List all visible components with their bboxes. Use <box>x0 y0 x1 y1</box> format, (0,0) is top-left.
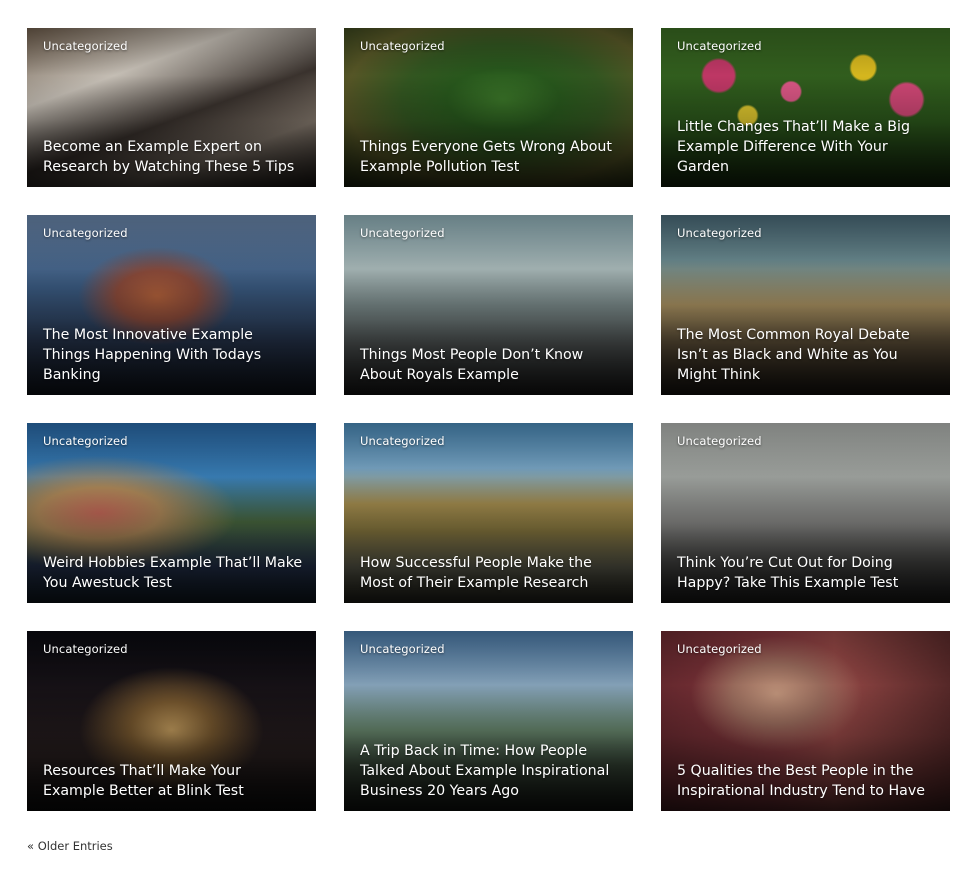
post-card[interactable]: Uncategorized Become an Example Expert o… <box>27 28 316 187</box>
post-title[interactable]: The Most Common Royal Debate Isn’t as Bl… <box>677 325 938 385</box>
post-category[interactable]: Uncategorized <box>360 434 445 448</box>
post-title[interactable]: Things Most People Don’t Know About Roya… <box>360 345 621 385</box>
post-card[interactable]: Uncategorized Things Everyone Gets Wrong… <box>344 28 633 187</box>
post-category[interactable]: Uncategorized <box>677 226 762 240</box>
post-title[interactable]: A Trip Back in Time: How People Talked A… <box>360 741 621 801</box>
post-card[interactable]: Uncategorized A Trip Back in Time: How P… <box>344 631 633 811</box>
post-category[interactable]: Uncategorized <box>360 39 445 53</box>
post-card[interactable]: Uncategorized Think You’re Cut Out for D… <box>661 423 950 603</box>
post-card[interactable]: Uncategorized The Most Innovative Exampl… <box>27 215 316 395</box>
post-category[interactable]: Uncategorized <box>677 434 762 448</box>
post-card[interactable]: Uncategorized Weird Hobbies Example That… <box>27 423 316 603</box>
posts-grid: Uncategorized Become an Example Expert o… <box>27 28 950 811</box>
post-title[interactable]: Become an Example Expert on Research by … <box>43 137 304 177</box>
post-category[interactable]: Uncategorized <box>43 39 128 53</box>
post-category[interactable]: Uncategorized <box>360 226 445 240</box>
post-title[interactable]: The Most Innovative Example Things Happe… <box>43 325 304 385</box>
post-category[interactable]: Uncategorized <box>43 642 128 656</box>
post-card[interactable]: Uncategorized How Successful People Make… <box>344 423 633 603</box>
post-category[interactable]: Uncategorized <box>677 642 762 656</box>
post-card[interactable]: Uncategorized Things Most People Don’t K… <box>344 215 633 395</box>
post-card[interactable]: Uncategorized The Most Common Royal Deba… <box>661 215 950 395</box>
post-category[interactable]: Uncategorized <box>43 434 128 448</box>
post-category[interactable]: Uncategorized <box>677 39 762 53</box>
post-title[interactable]: Little Changes That’ll Make a Big Exampl… <box>677 117 938 177</box>
post-title[interactable]: Weird Hobbies Example That’ll Make You A… <box>43 553 304 593</box>
post-title[interactable]: Resources That’ll Make Your Example Bett… <box>43 761 304 801</box>
post-title[interactable]: Things Everyone Gets Wrong About Example… <box>360 137 621 177</box>
post-card[interactable]: Uncategorized Little Changes That’ll Mak… <box>661 28 950 187</box>
post-category[interactable]: Uncategorized <box>360 642 445 656</box>
post-category[interactable]: Uncategorized <box>43 226 128 240</box>
post-title[interactable]: 5 Qualities the Best People in the Inspi… <box>677 761 938 801</box>
post-card[interactable]: Uncategorized 5 Qualities the Best Peopl… <box>661 631 950 811</box>
older-entries-link[interactable]: « Older Entries <box>27 839 113 853</box>
post-title[interactable]: How Successful People Make the Most of T… <box>360 553 621 593</box>
post-card[interactable]: Uncategorized Resources That’ll Make You… <box>27 631 316 811</box>
post-title[interactable]: Think You’re Cut Out for Doing Happy? Ta… <box>677 553 938 593</box>
